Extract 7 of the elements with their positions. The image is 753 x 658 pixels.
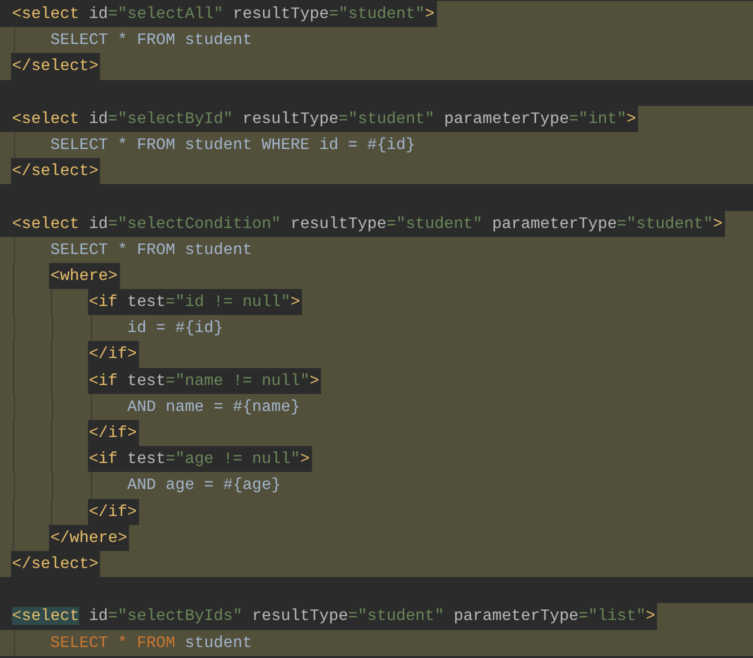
code-line: AND name = #{name} (127, 396, 302, 418)
code-line: id = #{id} (127, 318, 224, 340)
code-line: SELECT * FROM student WHERE id = #{id} (50, 134, 416, 156)
code-line: SELECT * FROM student (50, 240, 254, 261)
code-line: AND age = #{age} (127, 475, 282, 496)
code-line: SELECT * FROM student (50, 632, 254, 654)
code-line: SELECT * FROM student (50, 30, 254, 52)
